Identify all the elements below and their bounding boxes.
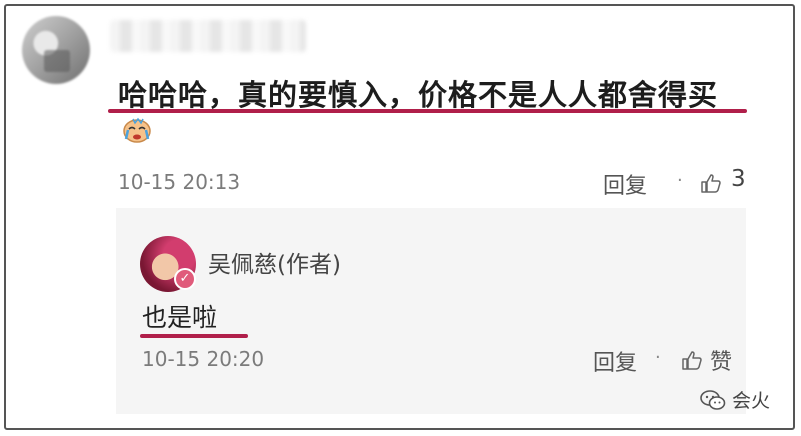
reply-underline [140,334,248,338]
watermark: 会火 [700,386,770,413]
comment-timestamp: 10-15 20:13 [118,170,241,194]
comment-reply-button[interactable]: 回复 [603,168,647,200]
reply-reply-button[interactable]: 回复 [593,345,637,377]
crying-emoji-icon [123,117,151,143]
reply-timestamp: 10-15 20:20 [142,347,265,371]
verified-badge-icon: ✓ [174,268,196,290]
comment-underline [108,109,747,113]
commenter-name-blurred [110,20,306,52]
watermark-text: 会火 [732,390,771,412]
reply-like-label[interactable]: 赞 [710,344,732,376]
comment-text: 哈哈哈，真的要慎入，价格不是人人都舍得买 [118,78,719,112]
author-name[interactable]: 吴佩慈(作者) [208,245,341,279]
thumbs-up-icon[interactable] [700,172,722,194]
comment-like-count: 3 [731,166,746,192]
wechat-icon [700,389,726,410]
thumbs-up-icon[interactable] [681,349,703,371]
meta-separator: · [677,170,683,191]
meta-separator: · [655,347,661,368]
commenter-avatar[interactable] [22,16,90,84]
author-reply-text: 也是啦 [142,303,218,332]
